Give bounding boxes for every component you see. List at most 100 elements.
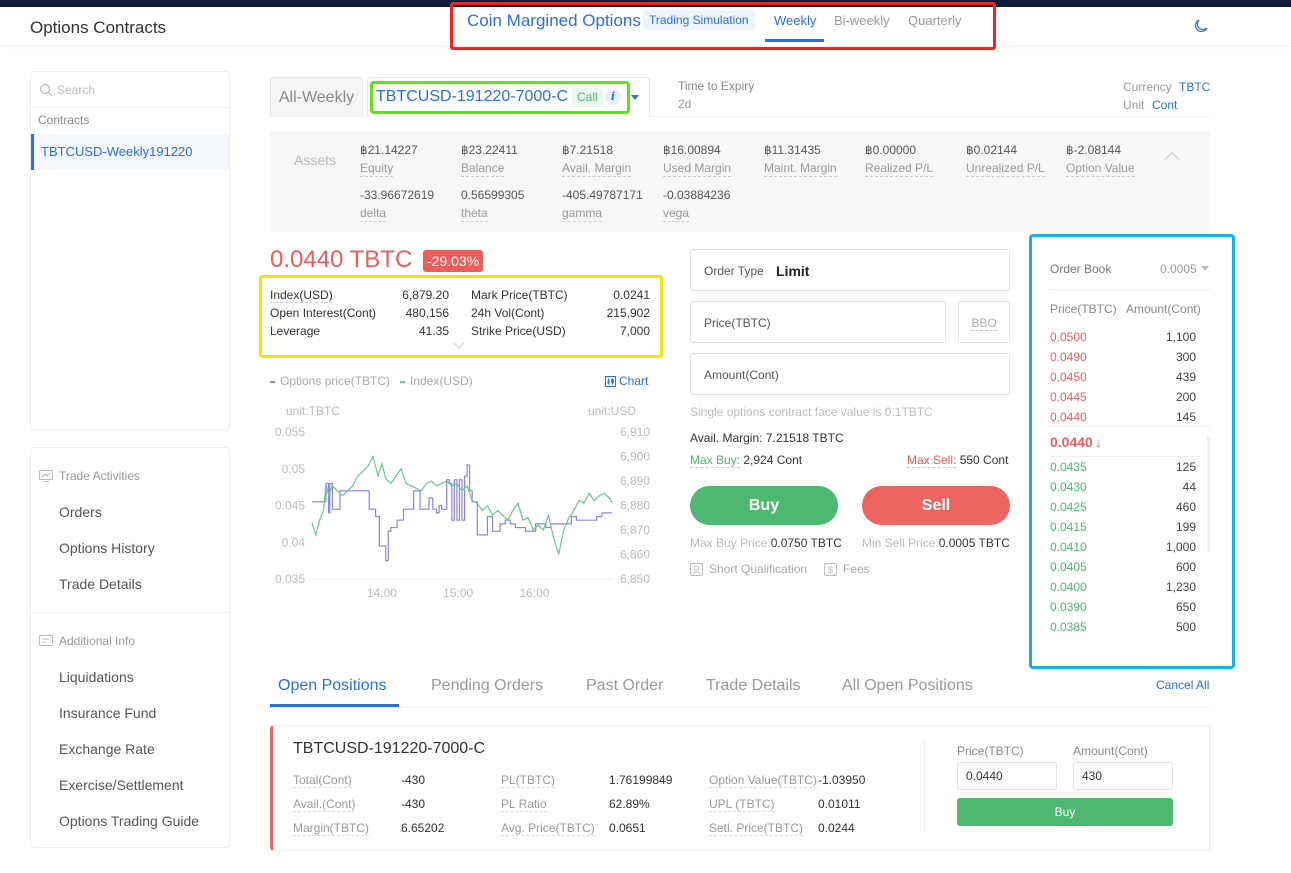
position-field-label[interactable]: PL Ratio (501, 797, 547, 812)
position-field-label[interactable]: Avail.(Cont) (293, 797, 356, 812)
caret-down-icon[interactable] (631, 95, 639, 100)
legend-options-price[interactable]: Options price(TBTC) (270, 374, 390, 388)
ask-row[interactable]: 0.0445 200 (1050, 390, 1196, 410)
search-input[interactable] (57, 80, 217, 100)
bid-amount: 44 (1182, 480, 1196, 494)
tab-past-order[interactable]: Past Order (586, 677, 663, 695)
close-position-buy-button[interactable]: Buy (957, 798, 1173, 826)
bid-row[interactable]: 0.0390 650 (1050, 600, 1196, 620)
bid-price: 0.0390 (1050, 600, 1087, 614)
cancel-all-button[interactable]: Cancel All (1156, 678, 1209, 692)
greek-label[interactable]: gamma (562, 206, 603, 222)
greek-label[interactable]: vega (663, 206, 690, 222)
max-sell-value: 550 Cont (959, 453, 1009, 467)
tab-open-positions[interactable]: Open Positions (278, 677, 387, 695)
stat-value: 480,156 (405, 306, 449, 320)
sidebar-item-liquidations[interactable]: Liquidations (31, 659, 229, 695)
collapse-chevron-up-icon[interactable] (1164, 151, 1180, 167)
asset-label[interactable]: Equity (360, 161, 394, 177)
tab-quarterly[interactable]: Quarterly (908, 13, 961, 28)
legend-index[interactable]: Index(USD) (400, 374, 473, 388)
close-price-input[interactable] (957, 762, 1057, 790)
tab-bi-weekly[interactable]: Bi-weekly (834, 13, 890, 28)
sidebar-item-options-trading-guide[interactable]: Options Trading Guide (31, 803, 229, 839)
asset-label[interactable]: Unrealized P/L (966, 161, 1045, 177)
sidebar-item-exchange-rate[interactable]: Exchange Rate (31, 731, 229, 767)
trading-simulation-badge[interactable]: Trading Simulation (643, 10, 755, 30)
asset-label[interactable]: Realized P/L (865, 161, 934, 177)
position-field-label[interactable]: PL(TBTC) (501, 773, 555, 788)
moon-icon[interactable] (1193, 18, 1209, 34)
asset-realized-pl: ฿0.00000 Realized P/L (865, 143, 934, 177)
bid-row[interactable]: 0.0415 199 (1050, 520, 1196, 540)
price-index-chart[interactable]: unit:TBTC unit:USD 0.0550.050.0450.040.0… (260, 395, 670, 610)
asset-label[interactable]: Used Margin (663, 161, 732, 177)
y-right-tick: 6,870 (620, 523, 650, 537)
assets-panel: Assets ฿21.14227 Equity ฿23.22411 Balance … (270, 130, 1210, 232)
bid-row[interactable]: 0.0430 44 (1050, 480, 1196, 500)
left-unit-label: unit:TBTC (286, 404, 340, 418)
position-field-label[interactable]: UPL (TBTC) (709, 797, 775, 812)
order-book-step-select[interactable]: 0.0005 (1160, 262, 1209, 276)
bid-row[interactable]: 0.0385 500 (1050, 620, 1196, 640)
position-field-value: 62.89% (609, 797, 650, 811)
ask-row[interactable]: 0.0440 145 (1050, 410, 1196, 430)
tab-all-open-positions[interactable]: All Open Positions (842, 677, 973, 695)
stat-label[interactable]: Index(USD) (270, 288, 333, 303)
position-field-label[interactable]: Total(Cont) (293, 773, 352, 788)
asset-label[interactable]: Option Value (1066, 161, 1135, 177)
tab-weekly[interactable]: Weekly (774, 13, 816, 28)
order-book-divider (1050, 456, 1200, 457)
tab-pending-orders[interactable]: Pending Orders (431, 677, 543, 695)
asset-label[interactable]: Balance (461, 161, 505, 177)
y-right-tick: 6,900 (620, 450, 650, 464)
bbo-button[interactable]: BBO (958, 301, 1010, 343)
order-book-scrollbar[interactable] (1207, 436, 1210, 552)
position-field-label[interactable]: Option Value(TBTC) (709, 773, 817, 788)
ask-row[interactable]: 0.0490 300 (1050, 350, 1196, 370)
max-sell-label[interactable]: Max Sell: (907, 453, 957, 468)
sidebar-item-exercise-settlement[interactable]: Exercise/Settlement (31, 767, 229, 803)
greek-label[interactable]: delta (360, 206, 387, 222)
info-icon[interactable]: i (605, 89, 621, 105)
sidebar-item-options-history[interactable]: Options History (31, 530, 229, 566)
fees-link[interactable]: $ Fees (824, 562, 870, 576)
tab-all-weekly[interactable]: All-Weekly (270, 77, 363, 117)
tab-trade-details[interactable]: Trade Details (706, 677, 801, 695)
unit-value[interactable]: Cont (1152, 98, 1177, 112)
bid-row[interactable]: 0.0435 125 (1050, 460, 1196, 480)
max-buy-label[interactable]: Max Buy: (690, 453, 741, 468)
greek-label[interactable]: theta (461, 206, 488, 222)
asset-label[interactable]: Avail. Margin (562, 161, 632, 177)
bid-row[interactable]: 0.0400 1,230 (1050, 580, 1196, 600)
ask-row[interactable]: 0.0500 1,100 (1050, 330, 1196, 350)
position-field-label[interactable]: Avg. Price(TBTC) (501, 821, 595, 836)
contract-name[interactable]: TBTCUSD-191220-7000-C (376, 88, 568, 106)
price-input[interactable] (781, 312, 931, 334)
position-divider (924, 741, 925, 833)
buy-button[interactable]: Buy (690, 486, 838, 525)
order-book-step: 0.0005 (1160, 262, 1197, 276)
bid-row[interactable]: 0.0425 460 (1050, 500, 1196, 520)
amount-input[interactable] (791, 364, 1001, 386)
ask-row[interactable]: 0.0450 439 (1050, 370, 1196, 390)
position-field-label[interactable]: Setl. Price(TBTC) (709, 821, 804, 836)
trade-activities-title: Trade Activities (59, 469, 140, 483)
sidebar-item-trade-details[interactable]: Trade Details (31, 566, 229, 602)
short-qualification-link[interactable]: Short Qualification (690, 562, 807, 576)
asset-label[interactable]: Maint. Margin (764, 161, 837, 177)
close-amount-input[interactable] (1073, 762, 1173, 790)
chart-link[interactable]: Chart (605, 374, 648, 388)
bid-row[interactable]: 0.0410 1,000 (1050, 540, 1196, 560)
sell-button[interactable]: Sell (862, 486, 1010, 525)
user-badge-icon (690, 563, 703, 576)
currency-value[interactable]: TBTC (1179, 80, 1210, 94)
bid-row[interactable]: 0.0405 600 (1050, 560, 1196, 580)
order-type-select[interactable]: Order Type Limit (690, 249, 1010, 291)
nav-brand[interactable]: Coin Margined Options (467, 11, 641, 31)
position-field-label[interactable]: Margin(TBTC) (293, 821, 370, 836)
order-type-label: Order Type (704, 264, 764, 278)
sidebar-item-orders[interactable]: Orders (31, 494, 229, 530)
contract-item[interactable]: TBTCUSD-Weekly191220 (31, 134, 229, 170)
sidebar-item-insurance-fund[interactable]: Insurance Fund (31, 695, 229, 731)
